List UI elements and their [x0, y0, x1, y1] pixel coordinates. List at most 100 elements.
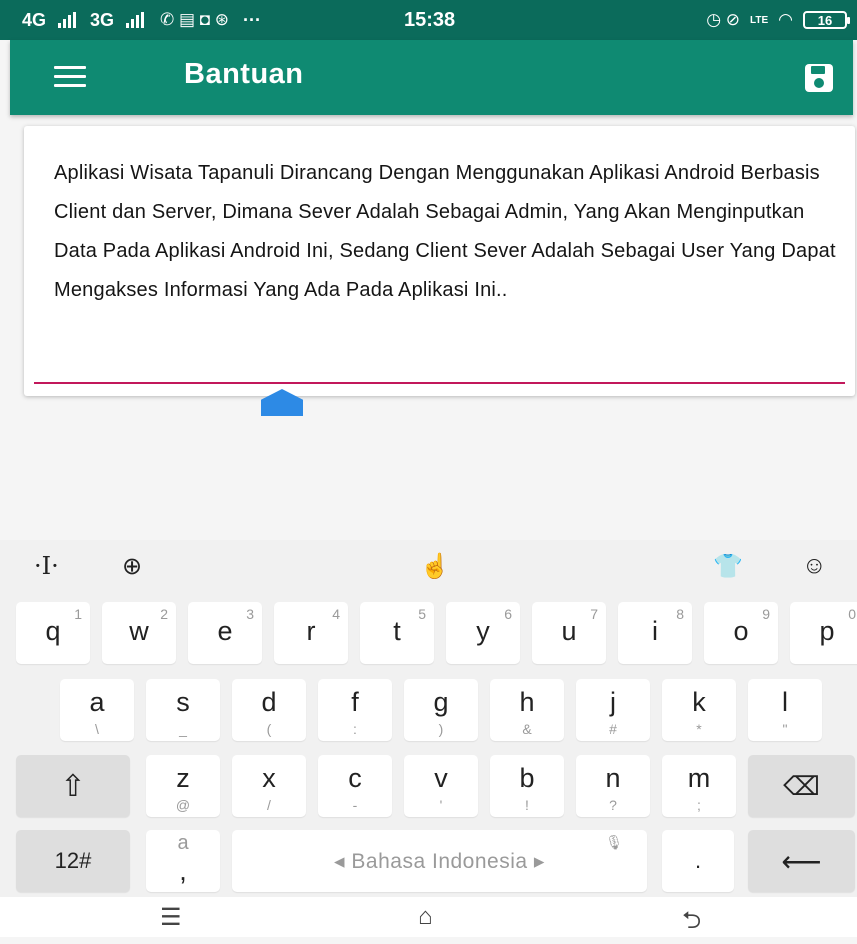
- key-hint: 5: [418, 606, 426, 622]
- back-icon[interactable]: ⮌: [682, 903, 701, 944]
- key-u[interactable]: u7: [532, 602, 606, 664]
- key-d[interactable]: d(: [232, 679, 306, 741]
- key-hint: 0: [848, 606, 856, 622]
- key-e[interactable]: e3: [188, 602, 262, 664]
- key-j[interactable]: j #: [576, 679, 650, 741]
- key-letter: h: [519, 687, 535, 717]
- key-letter: v: [434, 763, 448, 793]
- key-symbol: ): [438, 721, 444, 737]
- key-m[interactable]: m;: [662, 755, 736, 817]
- key-hint: 8: [676, 606, 684, 622]
- network-4g-label: 4G: [22, 9, 47, 30]
- home-icon[interactable]: ⌂: [418, 903, 433, 931]
- key-letter: j: [610, 687, 616, 717]
- symbols-key[interactable]: 12#: [16, 830, 130, 892]
- wifi-icon: ◠: [778, 10, 793, 29]
- key-q[interactable]: q1: [16, 602, 90, 664]
- key-z[interactable]: z @: [146, 755, 220, 817]
- key-hint: 7: [590, 606, 598, 622]
- key-letter: g: [433, 687, 449, 717]
- hamburger-icon[interactable]: [54, 66, 86, 88]
- enter-key[interactable]: ⟵: [748, 830, 855, 892]
- key-letter: b: [519, 763, 535, 793]
- key-l[interactable]: l ": [748, 679, 822, 741]
- help-text-field[interactable]: Aplikasi Wisata Tapanuli Dirancang Denga…: [54, 154, 844, 310]
- key-symbol: (: [266, 721, 272, 737]
- key-w[interactable]: w2: [102, 602, 176, 664]
- key-i[interactable]: i8: [618, 602, 692, 664]
- key-p[interactable]: p0: [790, 602, 857, 664]
- keyboard-toolbar: ·I· ⊕ ☝ 👕 ☺: [0, 540, 857, 598]
- shift-key[interactable]: ⇧: [16, 755, 130, 817]
- clock: 15:38: [404, 8, 456, 31]
- key-h[interactable]: h &: [490, 679, 564, 741]
- key-y[interactable]: y6: [446, 602, 520, 664]
- status-right: ◷ ⊘ LTE ◠ 16: [706, 0, 850, 40]
- period-key[interactable]: .: [662, 830, 734, 892]
- key-hint: 3: [246, 606, 254, 622]
- key-k[interactable]: k *: [662, 679, 736, 741]
- key-hint: 4: [332, 606, 340, 622]
- key-letter: l: [782, 687, 788, 717]
- key-letter: c: [348, 763, 362, 793]
- space-key[interactable]: ◂ Bahasa Indonesia ▸ 🎙: [232, 830, 647, 892]
- comma-key[interactable]: a ,: [146, 830, 220, 892]
- page-title: Bantuan: [184, 58, 304, 90]
- cursor-control-icon[interactable]: ·I·: [34, 552, 59, 580]
- key-symbol: \: [95, 721, 99, 737]
- volte-icon: LTE: [750, 14, 769, 26]
- key-o[interactable]: o9: [704, 602, 778, 664]
- emoji-icon[interactable]: ☺: [802, 552, 827, 580]
- key-symbol: /: [267, 797, 271, 813]
- key-a[interactable]: a \: [60, 679, 134, 741]
- battery-icon: 16: [803, 11, 850, 29]
- key-letter: s: [176, 687, 190, 717]
- key-s[interactable]: s _: [146, 679, 220, 741]
- globe-icon[interactable]: ⊕: [122, 552, 142, 581]
- key-g[interactable]: g): [404, 679, 478, 741]
- key-symbol: _: [179, 721, 187, 737]
- soft-keyboard: ·I· ⊕ ☝ 👕 ☺ q1w2e3r4t5y6u7i8o9p0 a \ s _ d(f…: [0, 540, 857, 897]
- alarm-silent-icons: ◷ ⊘: [706, 10, 740, 29]
- backspace-key[interactable]: ⌫: [748, 755, 855, 817]
- key-hint: 6: [504, 606, 512, 622]
- text-field-underline: [34, 382, 845, 384]
- key-letter: p: [819, 616, 835, 646]
- key-t[interactable]: t5: [360, 602, 434, 664]
- key-hint: 9: [762, 606, 770, 622]
- key-symbol: @: [175, 797, 191, 813]
- key-hint: 1: [74, 606, 82, 622]
- app-bar: Bantuan: [10, 40, 853, 115]
- key-x[interactable]: x /: [232, 755, 306, 817]
- key-b[interactable]: b!: [490, 755, 564, 817]
- key-letter: a: [89, 687, 105, 717]
- key-f[interactable]: f:: [318, 679, 392, 741]
- signal-icon-2: [126, 12, 145, 28]
- signal-icon: [58, 12, 77, 28]
- key-n[interactable]: n?: [576, 755, 650, 817]
- key-v[interactable]: v ': [404, 755, 478, 817]
- key-hint: 2: [160, 606, 168, 622]
- theme-icon[interactable]: 👕: [713, 552, 743, 581]
- key-letter: f: [351, 687, 359, 717]
- more-notifications-icon: ···: [243, 9, 262, 30]
- key-symbol: ": [782, 721, 788, 737]
- key-r[interactable]: r4: [274, 602, 348, 664]
- save-icon[interactable]: [805, 64, 833, 92]
- swipe-typing-icon[interactable]: ☝: [420, 552, 450, 581]
- key-symbol: -: [352, 797, 358, 813]
- network-3g-label: 3G: [90, 9, 115, 30]
- key-symbol: &: [522, 721, 532, 737]
- recent-apps-icon[interactable]: ☰: [160, 903, 182, 932]
- key-symbol: :: [353, 721, 357, 737]
- key-letter: x: [262, 763, 276, 793]
- status-bar: 4G 3G ✆ ▤ ◘ ⊛ ··· 15:38 ◷ ⊘ LTE ◠ 16: [0, 0, 857, 40]
- status-left: 4G 3G ✆ ▤ ◘ ⊛ ···: [22, 0, 261, 40]
- key-symbol: ': [439, 797, 443, 813]
- mic-icon: 🎙: [605, 834, 623, 850]
- key-c[interactable]: c-: [318, 755, 392, 817]
- key-symbol: ;: [697, 797, 701, 813]
- key-letter: d: [261, 687, 277, 717]
- notification-icons: ✆ ▤ ◘ ⊛: [160, 10, 230, 29]
- key-symbol: #: [609, 721, 617, 737]
